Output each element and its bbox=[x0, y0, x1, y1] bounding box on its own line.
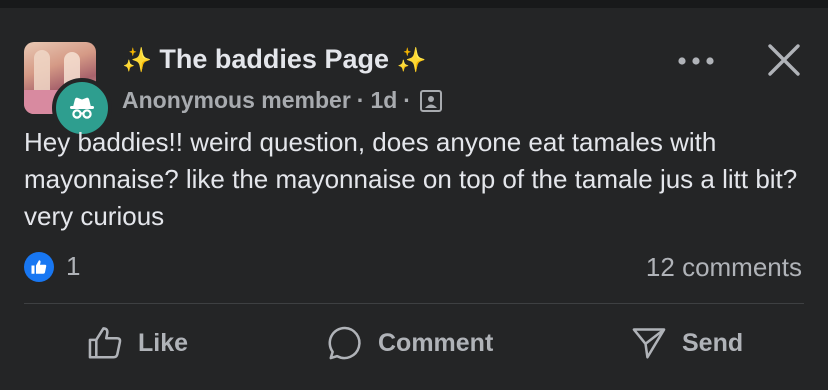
photo-frame-icon bbox=[419, 89, 442, 112]
send-label: Send bbox=[682, 328, 744, 357]
sparkle-icon: ✨ bbox=[122, 47, 152, 74]
send-plane-icon bbox=[632, 328, 666, 359]
post-meta: Anonymous member · 1d · bbox=[122, 87, 443, 114]
divider bbox=[24, 303, 804, 304]
thumbs-up-outline-icon bbox=[88, 327, 122, 359]
comments-count-link[interactable]: 12 comments bbox=[646, 252, 802, 283]
group-title[interactable]: ✨ The baddies Page ✨ bbox=[122, 44, 426, 75]
close-icon bbox=[768, 44, 800, 76]
like-button[interactable]: Like bbox=[86, 318, 188, 368]
sparkle-icon: ✨ bbox=[396, 47, 427, 74]
meta-separator: · bbox=[356, 87, 365, 113]
author-name[interactable]: Anonymous member bbox=[122, 87, 351, 114]
post-card: ✨ The baddies Page ✨ Anonymous member · … bbox=[0, 8, 828, 390]
incognito-icon bbox=[70, 97, 94, 119]
like-label: Like bbox=[138, 328, 189, 357]
comment-label: Comment bbox=[378, 328, 494, 357]
send-button[interactable]: Send bbox=[630, 318, 743, 368]
action-bar: Like Comment Send bbox=[0, 318, 828, 368]
thumbs-up-icon bbox=[31, 259, 47, 274]
post-time[interactable]: 1d bbox=[370, 87, 397, 114]
more-options-icon bbox=[678, 57, 714, 65]
reactions-summary[interactable]: 1 bbox=[24, 251, 80, 282]
top-bar bbox=[0, 0, 828, 8]
more-options-button[interactable] bbox=[672, 48, 720, 74]
reaction-count: 1 bbox=[66, 251, 81, 281]
comment-bubble-icon bbox=[328, 326, 361, 360]
close-button[interactable] bbox=[762, 38, 806, 82]
comment-button[interactable]: Comment bbox=[326, 318, 493, 368]
like-reaction-icon bbox=[24, 251, 54, 282]
post-text: Hey baddies!! weird question, does anyon… bbox=[24, 127, 798, 231]
meta-separator: · bbox=[403, 87, 411, 113]
group-name[interactable]: The baddies Page bbox=[159, 44, 389, 74]
